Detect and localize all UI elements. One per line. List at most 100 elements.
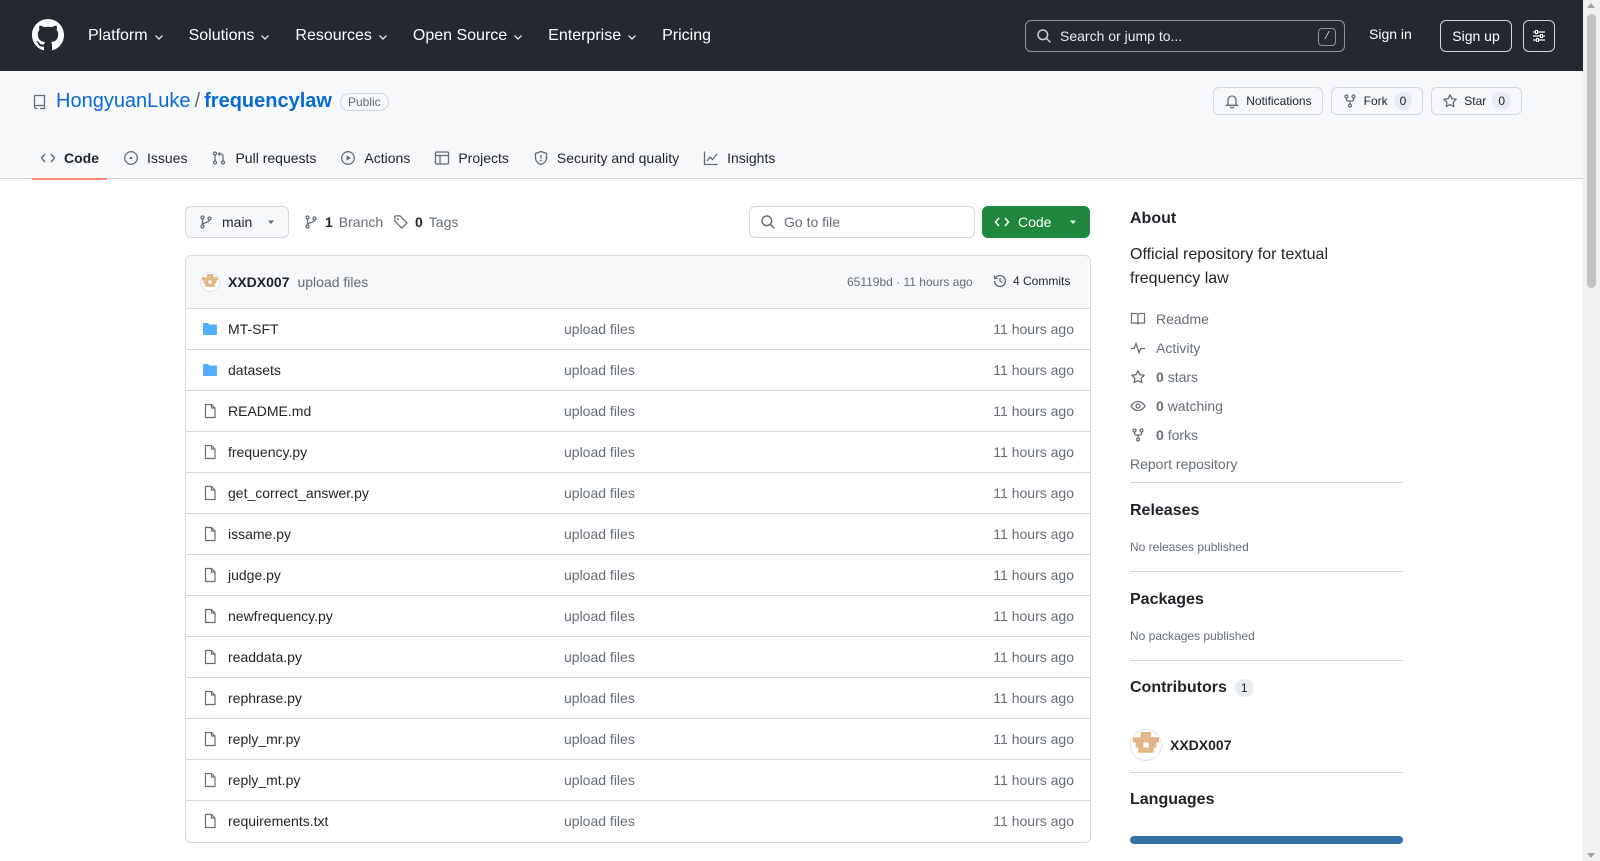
file-name-link[interactable]: reply_mt.py [228, 772, 300, 788]
scroll-down-arrow[interactable] [1587, 853, 1595, 858]
tab-security[interactable]: Security and quality [525, 137, 687, 179]
code-button[interactable]: Code [982, 206, 1090, 238]
file-commit-message-link[interactable]: upload files [564, 772, 635, 788]
file-commit-message-link[interactable]: upload files [564, 362, 635, 378]
file-name-link[interactable]: newfrequency.py [228, 608, 333, 624]
star-button[interactable]: Star 0 [1431, 87, 1522, 115]
nav-enterprise[interactable]: Enterprise [548, 27, 638, 45]
nav-resources[interactable]: Resources [295, 27, 388, 45]
file-commit-message-link[interactable]: upload files [564, 690, 635, 706]
branches-link[interactable]: 1 Branch [303, 214, 383, 230]
file-name-link[interactable]: issame.py [228, 526, 291, 542]
code-icon [994, 217, 1010, 227]
sign-in-link[interactable]: Sign in [1369, 26, 1412, 42]
github-logo-icon[interactable] [32, 19, 64, 51]
chevron-down-icon [261, 34, 270, 40]
file-name-link[interactable]: README.md [228, 403, 311, 419]
avatar[interactable] [200, 272, 220, 292]
file-type-icon [202, 690, 218, 706]
about-list: Readme Activity 0 stars 0 watching 0 for… [1130, 304, 1237, 478]
search-placeholder: Search or jump to... [1060, 28, 1183, 44]
table-row[interactable]: reply_mr.py upload files 11 hours ago [186, 719, 1090, 760]
activity-link[interactable]: Activity [1130, 333, 1237, 362]
contributors-heading[interactable]: Contributors 1 [1130, 679, 1254, 697]
repo-owner-link[interactable]: HongyuanLuke [56, 90, 191, 113]
scroll-thumb[interactable] [1587, 14, 1596, 288]
table-row[interactable]: issame.py upload files 11 hours ago [186, 514, 1090, 555]
tab-code[interactable]: Code [32, 137, 107, 180]
tab-pull-requests[interactable]: Pull requests [203, 137, 324, 179]
contributor-name[interactable]: XXDX007 [1170, 737, 1231, 753]
report-repository-link[interactable]: Report repository [1130, 449, 1237, 478]
file-commit-message-link[interactable]: upload files [564, 608, 635, 624]
releases-heading[interactable]: Releases [1130, 502, 1199, 520]
file-commit-message-link[interactable]: upload files [564, 731, 635, 747]
repo-tabs: Code Issues Pull requests Actions Projec… [32, 137, 791, 180]
file-name-link[interactable]: datasets [228, 362, 281, 378]
tab-insights[interactable]: Insights [695, 137, 783, 179]
file-commit-message-link[interactable]: upload files [564, 813, 635, 829]
readme-link[interactable]: Readme [1130, 304, 1237, 333]
file-type-icon [202, 362, 218, 378]
branch-selector[interactable]: main [185, 206, 289, 238]
commits-link[interactable]: 4 Commits [992, 273, 1070, 289]
nav-open-source[interactable]: Open Source [413, 27, 524, 45]
tab-projects[interactable]: Projects [426, 137, 517, 179]
fork-button[interactable]: Fork 0 [1330, 87, 1424, 115]
nav-platform[interactable]: Platform [88, 27, 165, 45]
file-commit-message-link[interactable]: upload files [564, 403, 635, 419]
file-name-link[interactable]: readdata.py [228, 649, 302, 665]
notifications-button[interactable]: Notifications [1213, 87, 1323, 115]
tag-icon [394, 215, 408, 229]
file-name-link[interactable]: MT-SFT [228, 321, 279, 337]
tab-label: Security and quality [556, 150, 680, 166]
packages-heading[interactable]: Packages [1130, 591, 1204, 609]
commit-message-link[interactable]: upload files [297, 274, 368, 290]
table-row[interactable]: rephrase.py upload files 11 hours ago [186, 678, 1090, 719]
nav-pricing[interactable]: Pricing [662, 27, 711, 45]
table-row[interactable]: readdata.py upload files 11 hours ago [186, 637, 1090, 678]
table-row[interactable]: newfrequency.py upload files 11 hours ago [186, 596, 1090, 637]
table-row[interactable]: get_correct_answer.py upload files 11 hour… [186, 473, 1090, 514]
file-commit-message-link[interactable]: upload files [564, 526, 635, 542]
table-row[interactable]: frequency.py upload files 11 hours ago [186, 432, 1090, 473]
branch-count-label: Branch [338, 214, 384, 230]
file-commit-time: 11 hours ago [993, 772, 1074, 788]
file-commit-message-link[interactable]: upload files [564, 321, 635, 337]
file-commit-message-link[interactable]: upload files [564, 567, 635, 583]
forks-link[interactable]: 0 forks [1130, 420, 1237, 449]
contributor-item[interactable]: XXDX007 [1130, 729, 1231, 761]
scroll-up-arrow[interactable] [1587, 3, 1595, 8]
table-row[interactable]: datasets upload files 11 hours ago [186, 350, 1090, 391]
search-icon [1037, 29, 1051, 43]
stars-link[interactable]: 0 stars [1130, 362, 1237, 391]
commit-author-link[interactable]: XXDX007 [228, 274, 289, 290]
repo-name-link[interactable]: frequencylaw [204, 90, 332, 113]
tab-actions[interactable]: Actions [332, 137, 418, 179]
commit-hash-link[interactable]: 65119bd [847, 275, 893, 289]
table-row[interactable]: reply_mt.py upload files 11 hours ago [186, 760, 1090, 801]
file-commit-message-link[interactable]: upload files [564, 649, 635, 665]
table-row[interactable]: README.md upload files 11 hours ago [186, 391, 1090, 432]
file-commit-message-link[interactable]: upload files [564, 485, 635, 501]
table-row[interactable]: judge.py upload files 11 hours ago [186, 555, 1090, 596]
go-to-file-input[interactable]: Go to file [749, 206, 975, 238]
file-name-link[interactable]: judge.py [228, 567, 281, 583]
file-name-link[interactable]: frequency.py [228, 444, 307, 460]
table-row[interactable]: MT-SFT upload files 11 hours ago [186, 309, 1090, 350]
watching-link[interactable]: 0 watching [1130, 391, 1237, 420]
table-row[interactable]: requirements.txt upload files 11 hours ago [186, 801, 1090, 842]
global-search-input[interactable]: Search or jump to... / [1025, 20, 1345, 52]
file-name-link[interactable]: requirements.txt [228, 813, 328, 829]
file-name-link[interactable]: reply_mr.py [228, 731, 300, 747]
nav-solutions[interactable]: Solutions [189, 27, 272, 45]
menu-button[interactable] [1523, 20, 1555, 52]
tab-issues[interactable]: Issues [115, 137, 195, 179]
avatar[interactable] [1130, 729, 1162, 761]
sign-up-button[interactable]: Sign up [1440, 20, 1512, 52]
file-name-link[interactable]: rephrase.py [228, 690, 302, 706]
page-scrollbar[interactable] [1583, 0, 1600, 861]
file-commit-message-link[interactable]: upload files [564, 444, 635, 460]
file-name-link[interactable]: get_correct_answer.py [228, 485, 369, 501]
tags-link[interactable]: 0 Tags [393, 214, 458, 230]
